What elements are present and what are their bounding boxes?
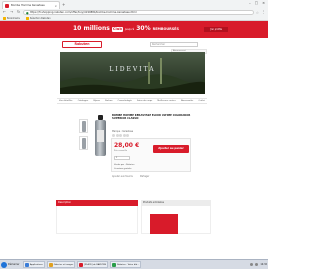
- start-button[interactable]: Démarrer: [1, 261, 21, 269]
- bookmark-label: Bookmarks: [7, 17, 20, 20]
- promo-small-text: jusqu'à: [124, 28, 135, 31]
- taskbar-item[interactable]: Rakuten - Votre bib...: [110, 261, 142, 268]
- browser-chrome: Bombe Homme Kerastase × + – □ × ← → ↻ ● …: [0, 0, 268, 21]
- product-thumbnail[interactable]: [79, 136, 88, 150]
- product-bottle-image: [94, 115, 106, 156]
- folder-icon: [3, 17, 6, 20]
- rating-stars: [112, 134, 129, 137]
- description-section-body: [56, 206, 138, 234]
- nav-item[interactable]: Nouveautés: [181, 100, 193, 102]
- product-thumbnail[interactable]: [79, 119, 88, 133]
- product-main-image[interactable]: [91, 114, 109, 162]
- lock-icon: ●: [26, 10, 29, 15]
- price-label: Prix conseillé: [114, 150, 128, 152]
- system-tray: 14:32: [250, 263, 267, 266]
- delivery-line: Livraison gratuite: [114, 168, 132, 170]
- tab-title: Bombe Homme Kerastase: [11, 4, 45, 7]
- taskbar-item[interactable]: Applications: [23, 261, 45, 268]
- folder-icon: [25, 17, 29, 20]
- network-icon[interactable]: [250, 263, 254, 266]
- nav-item[interactable]: Meilleures ventes: [157, 100, 175, 102]
- reload-icon[interactable]: ↻: [16, 10, 21, 15]
- site-logo[interactable]: Rakuten: [62, 41, 102, 48]
- start-orb-icon: [1, 261, 7, 268]
- bookmark-item[interactable]: Bookmarks: [3, 17, 20, 20]
- hero-landscape-image: [60, 52, 205, 94]
- product-thumbnails: [79, 119, 88, 150]
- nav-item[interactable]: Vue détaillée: [59, 100, 73, 102]
- taskbar-item-label: Galeries et images: [53, 263, 74, 266]
- promo-banner[interactable]: 10 millions Club jusqu'à 30% REMBOURSÉS …: [0, 21, 268, 38]
- taskbar-item[interactable]: [PLACE] de RAKUTEN: [77, 261, 109, 268]
- advert-image[interactable]: [150, 214, 178, 234]
- new-tab-button[interactable]: +: [62, 2, 65, 7]
- product-price: 28,00 €: [114, 142, 140, 149]
- category-nav: Vue détaillée Catalogue Bijoux Parfum Co…: [57, 98, 207, 104]
- promo-percent: 30%: [136, 25, 151, 32]
- bookmark-item[interactable]: Sélection Rakuten: [25, 17, 51, 20]
- promo-cta-button[interactable]: J'en profite: [204, 27, 228, 32]
- nav-item[interactable]: Parfum: [105, 100, 112, 102]
- taskbar-item-label: Rakuten - Votre bib...: [117, 263, 140, 266]
- taskbar-item-label: Applications: [30, 263, 43, 266]
- promo-reimbursed: REMBOURSÉS: [152, 27, 179, 31]
- browser-icon: [79, 262, 84, 267]
- menu-icon[interactable]: ⋮: [261, 10, 266, 15]
- star-icon: [126, 134, 129, 137]
- add-to-cart-button[interactable]: Ajouter au panier: [153, 145, 189, 153]
- nav-item[interactable]: Catalogue: [78, 100, 89, 102]
- product-brand[interactable]: Marque : Kerastase: [112, 130, 133, 133]
- quantity-select[interactable]: 1: [114, 156, 130, 160]
- product-title: BOMBE HOMME KERASTASE ELIXIR ULTIME COLO…: [112, 114, 191, 121]
- maximize-button[interactable]: □: [255, 1, 258, 5]
- navigation-row: ← → ↻ ● ☆ ⋮: [0, 9, 268, 16]
- club-badge: Club: [111, 26, 123, 32]
- nav-item[interactable]: Outlet: [198, 100, 204, 102]
- taskbar-item[interactable]: Galeries et images: [46, 261, 76, 268]
- promo-text: 10 millions Club jusqu'à 30% REMBOURSÉS: [73, 25, 179, 32]
- star-icon: [112, 134, 115, 137]
- clock[interactable]: 14:32: [260, 263, 267, 266]
- taskbar-item-label: [PLACE] de RAKUTEN: [84, 263, 107, 266]
- bookmark-star-icon[interactable]: ☆: [256, 11, 259, 15]
- start-label: Démarrer: [8, 263, 20, 266]
- browser-tab[interactable]: Bombe Homme Kerastase ×: [2, 1, 60, 9]
- browser-icon: [112, 262, 117, 267]
- volume-icon[interactable]: [255, 263, 259, 266]
- promo-big-text: 10 millions: [73, 25, 110, 32]
- hero-brand-text: LIDEVITA: [109, 66, 156, 73]
- window-controls: – □ ×: [249, 1, 265, 5]
- back-arrow-icon[interactable]: ←: [2, 10, 7, 15]
- search-input[interactable]: Rechercher: [150, 42, 198, 47]
- star-icon: [119, 134, 122, 137]
- close-window-button[interactable]: ×: [262, 1, 265, 5]
- bookmark-label: Sélection Rakuten: [29, 17, 51, 20]
- app-icon: [25, 262, 29, 267]
- seller-line: Vendu par : Rakuten: [114, 164, 135, 166]
- forward-arrow-icon[interactable]: →: [9, 10, 14, 15]
- nav-item[interactable]: Bijoux: [93, 100, 99, 102]
- favicon-icon: [5, 3, 9, 8]
- nav-item[interactable]: Soins du corps: [137, 100, 152, 102]
- address-bar[interactable]: ●: [23, 9, 254, 16]
- price-box: 28,00 € Prix conseillé Ajouter au panier…: [111, 138, 191, 172]
- nav-item[interactable]: Cosmétologie: [118, 100, 132, 102]
- hero-banner: LIDEVITA: [60, 52, 205, 94]
- url-input[interactable]: [29, 10, 251, 15]
- tab-close-icon[interactable]: ×: [54, 4, 57, 8]
- add-to-favorites-link[interactable]: Ajouter aux favoris: [112, 175, 133, 178]
- taskbar: Démarrer Applications Galeries et images…: [0, 259, 268, 269]
- minimize-button[interactable]: –: [249, 1, 251, 5]
- folder-icon: [48, 262, 53, 267]
- share-link[interactable]: Partager: [140, 175, 149, 178]
